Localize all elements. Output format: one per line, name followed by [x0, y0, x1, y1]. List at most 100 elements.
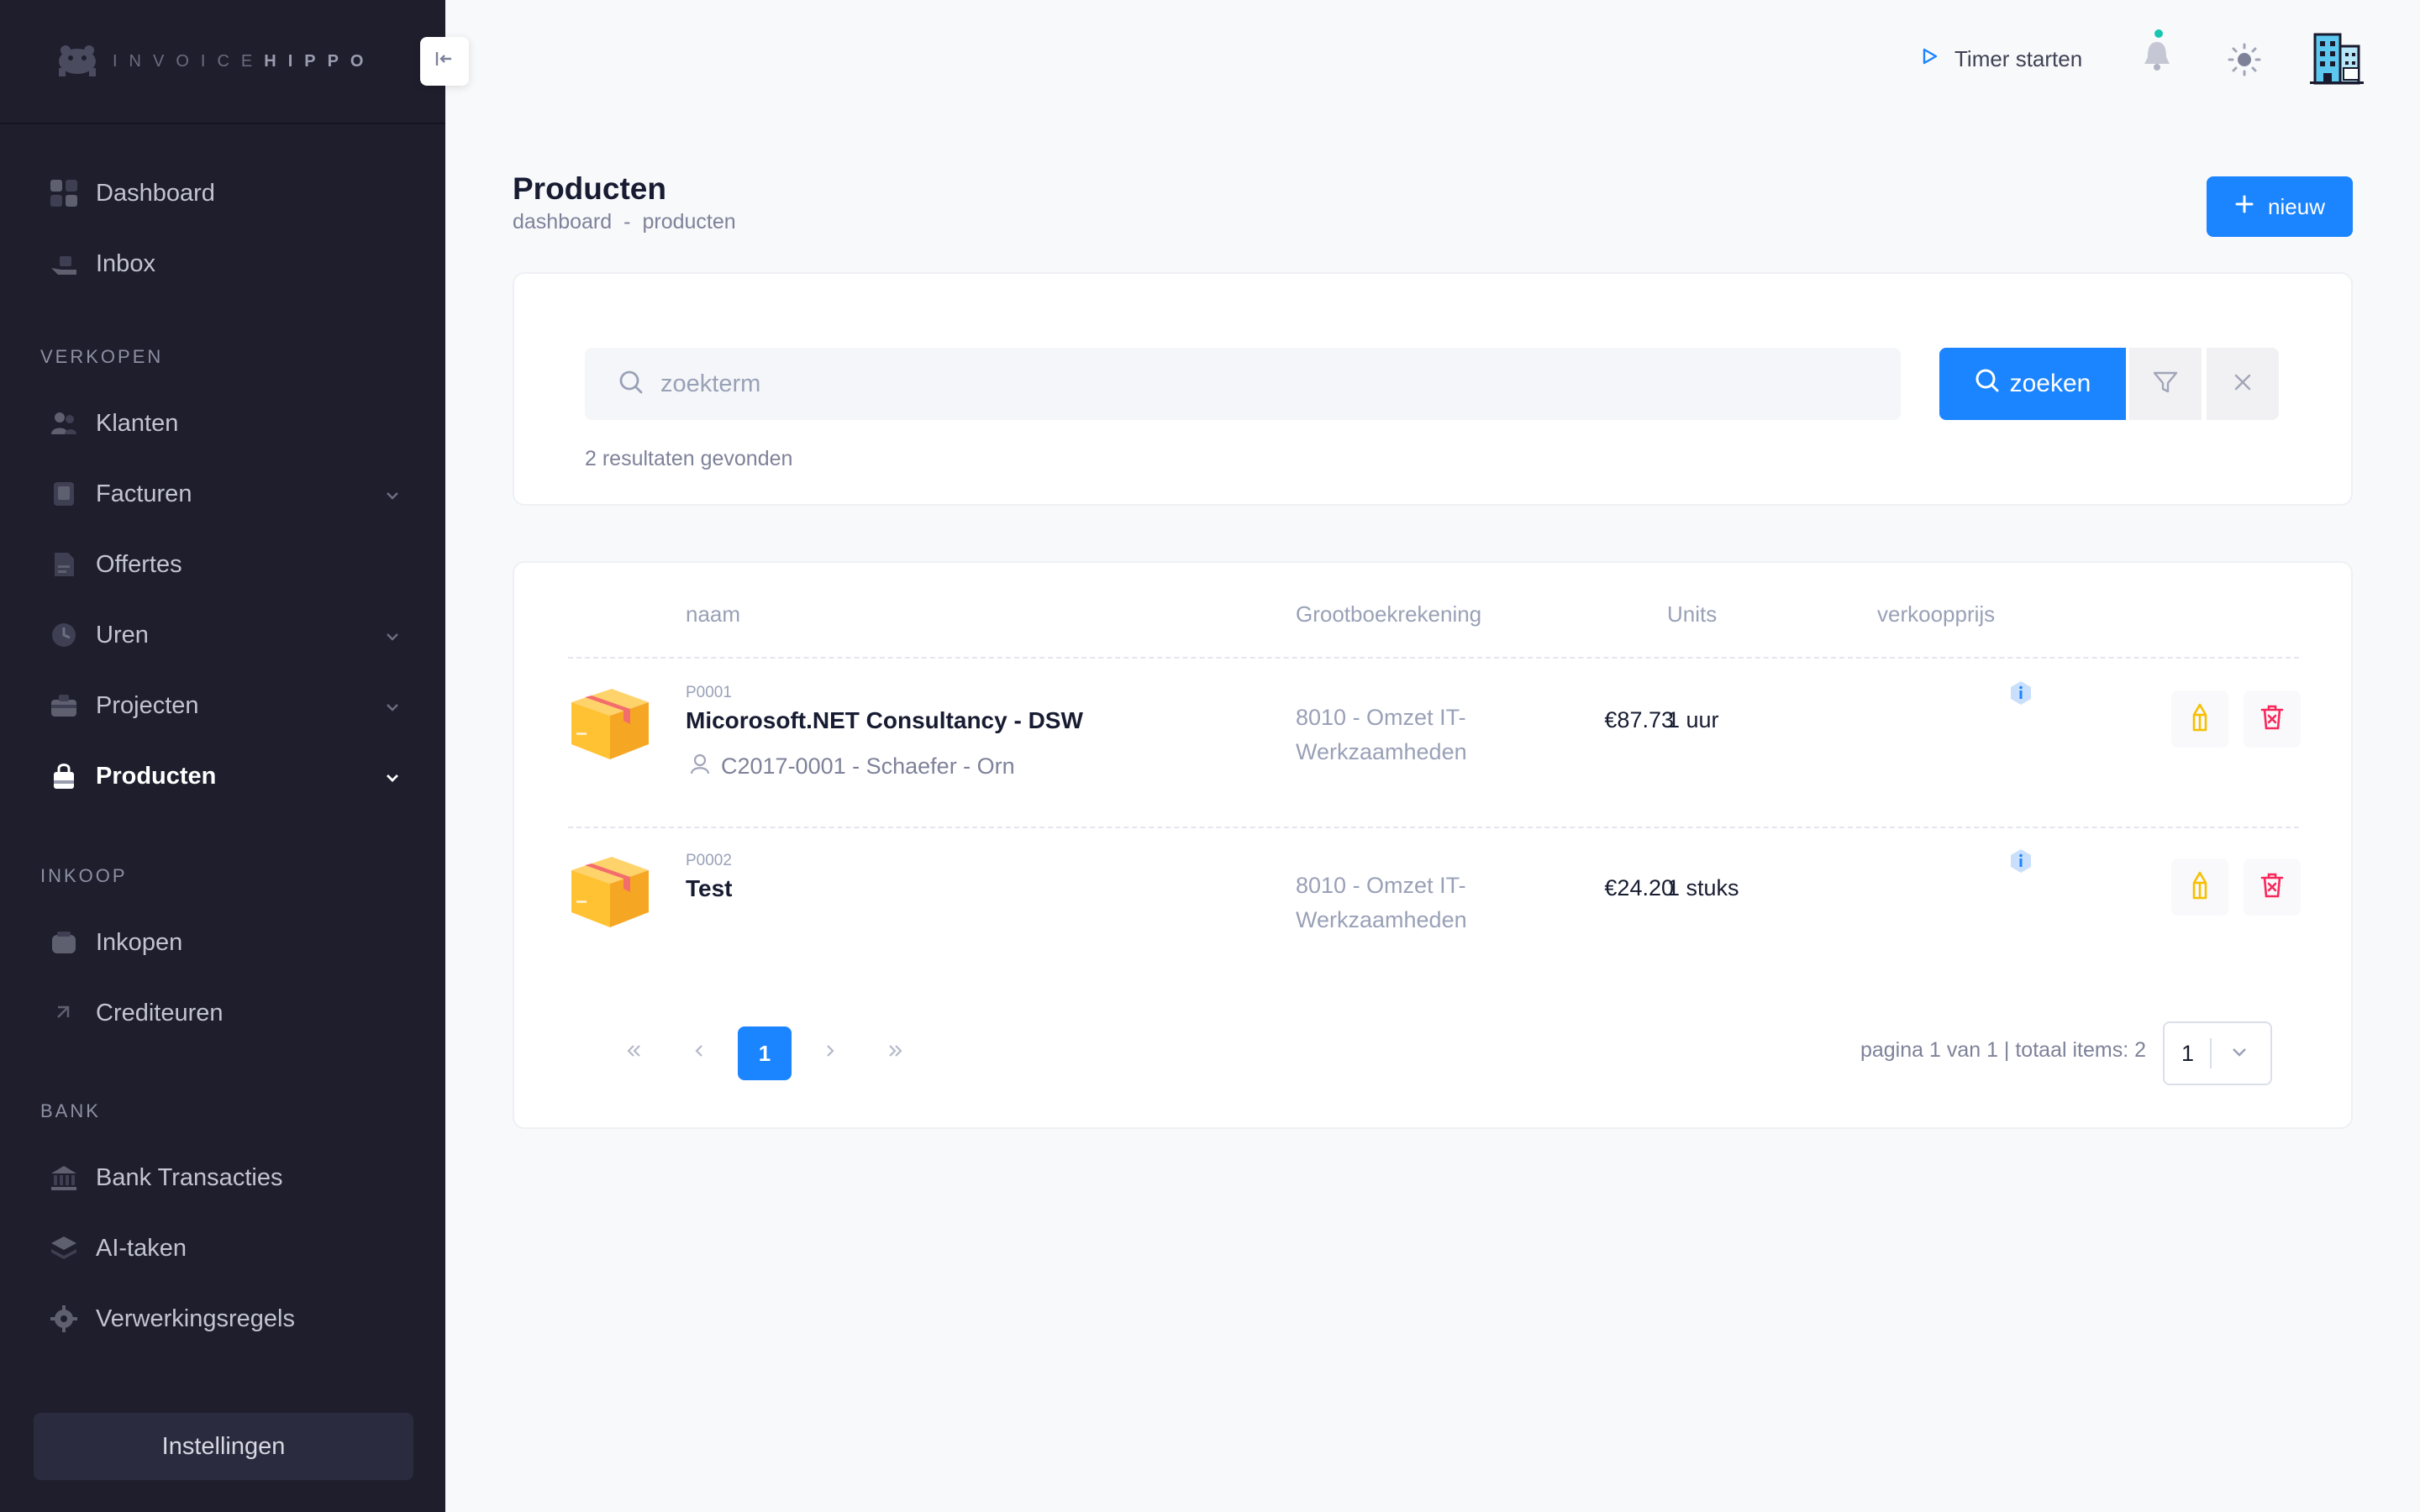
- section-label-inkoop: INKOOP: [40, 865, 128, 886]
- creditors-icon: [47, 996, 81, 1030]
- close-icon: [2232, 371, 2254, 397]
- bank-icon: [47, 1161, 81, 1194]
- pencil-icon: [2187, 871, 2212, 904]
- info-icon[interactable]: [2008, 848, 2033, 878]
- sidebar-collapse-button[interactable]: [420, 37, 469, 86]
- section-label-verkopen: VERKOPEN: [40, 346, 164, 367]
- next-page-button[interactable]: [803, 1026, 857, 1080]
- gear-icon: [47, 1302, 81, 1336]
- delete-button[interactable]: [2244, 690, 2301, 748]
- pagination-info: pagina 1 van 1 | totaal items: 2: [1860, 1038, 2146, 1062]
- search-icon: [618, 370, 644, 399]
- sidebar-item-klanten[interactable]: Klanten: [34, 396, 412, 450]
- chevron-down-icon: [383, 484, 402, 512]
- sale-price: €87.73: [1604, 707, 1674, 732]
- theme-toggle-button[interactable]: [2223, 40, 2265, 82]
- plus-icon: [2234, 194, 2254, 220]
- page-size-select[interactable]: 1: [2163, 1021, 2272, 1085]
- page-button[interactable]: 1: [738, 1026, 792, 1080]
- timer-start-button[interactable]: Timer starten: [1919, 40, 2082, 77]
- invoice-icon: [47, 477, 81, 511]
- timer-label: Timer starten: [1954, 45, 2083, 71]
- column-header-naam[interactable]: naam: [686, 601, 740, 627]
- sidebar-item-ai-taken[interactable]: AI-taken: [34, 1221, 412, 1275]
- product-code: P0002: [686, 852, 732, 869]
- chevron-down-icon: [2228, 1041, 2250, 1067]
- filter-icon: [2152, 369, 2179, 400]
- edit-button[interactable]: [2171, 858, 2228, 916]
- select-divider: [2210, 1038, 2212, 1068]
- dashboard-icon: [47, 176, 81, 210]
- settings-button[interactable]: Instellingen: [34, 1413, 413, 1480]
- collapse-left-icon: [434, 48, 455, 76]
- projects-icon: [47, 689, 81, 722]
- edit-button[interactable]: [2171, 690, 2228, 748]
- sidebar-item-label: Crediteuren: [96, 999, 224, 1026]
- package-icon: [568, 845, 652, 933]
- company-avatar[interactable]: [2306, 27, 2368, 89]
- units: 1 stuks: [1667, 875, 1739, 900]
- search-button[interactable]: zoeken: [1939, 348, 2126, 420]
- sidebar-item-label: Klanten: [96, 409, 179, 437]
- search-input[interactable]: [659, 369, 1839, 399]
- first-page-button[interactable]: [607, 1026, 660, 1080]
- chevron-double-right-icon: [886, 1041, 906, 1067]
- search-field[interactable]: [585, 348, 1901, 420]
- filter-button[interactable]: [2129, 348, 2202, 420]
- sidebar-item-label: Inkopen: [96, 928, 183, 956]
- results-count: 2 resultaten gevonden: [585, 447, 793, 470]
- sidebar-item-bank-transacties[interactable]: Bank Transacties: [34, 1151, 412, 1205]
- page-title: Producten: [513, 171, 666, 206]
- sidebar-item-verwerkingsregels[interactable]: Verwerkingsregels: [34, 1292, 412, 1346]
- column-header-verkoopprijs[interactable]: verkoopprijs: [1877, 601, 1995, 627]
- delete-button[interactable]: [2244, 858, 2301, 916]
- sidebar-item-projecten[interactable]: Projecten: [34, 679, 412, 732]
- client-label[interactable]: C2017-0001 - Schaefer - Orn: [721, 753, 1015, 780]
- column-header-grootboekrekening[interactable]: Grootboekrekening: [1296, 601, 1481, 627]
- clear-search-button[interactable]: [2207, 348, 2279, 420]
- building-icon: [2307, 26, 2367, 91]
- sidebar-item-inkopen[interactable]: Inkopen: [34, 916, 412, 969]
- info-icon[interactable]: [2008, 680, 2033, 710]
- app-logo[interactable]: INVOICEHIPPO: [54, 43, 376, 81]
- section-label-bank: BANK: [40, 1100, 101, 1121]
- table-row[interactable]: P0001 Micorosoft.NET Consultancy - DSW C…: [514, 659, 2354, 827]
- hippo-logo-icon: [54, 43, 101, 81]
- sidebar-item-uren[interactable]: Uren: [34, 608, 412, 662]
- sidebar-item-label: Uren: [96, 621, 149, 648]
- purchases-icon: [47, 926, 81, 959]
- sidebar-item-facturen[interactable]: Facturen: [34, 467, 412, 521]
- sidebar-item-producten[interactable]: Producten: [34, 749, 412, 803]
- sidebar-item-label: Offertes: [96, 550, 182, 578]
- sidebar-item-offertes[interactable]: Offertes: [34, 538, 412, 591]
- breadcrumb-item-producten: producten: [642, 210, 736, 234]
- notifications-button[interactable]: [2136, 25, 2178, 81]
- inbox-icon: [47, 247, 81, 281]
- chevron-double-left-icon: [623, 1041, 644, 1067]
- clock-icon: [47, 618, 81, 652]
- chevron-down-icon: [383, 696, 402, 723]
- breadcrumb-item-dashboard[interactable]: dashboard: [513, 210, 612, 234]
- sidebar-item-inbox[interactable]: Inbox: [34, 237, 412, 291]
- product-name[interactable]: Test: [686, 875, 733, 902]
- trash-icon: [2260, 872, 2285, 903]
- trash-icon: [2260, 704, 2285, 735]
- layers-icon: [47, 1231, 81, 1265]
- sidebar-item-dashboard[interactable]: Dashboard: [34, 166, 412, 220]
- last-page-button[interactable]: [869, 1026, 923, 1080]
- units: 1 uur: [1667, 707, 1719, 732]
- previous-page-button[interactable]: [672, 1026, 726, 1080]
- table-row[interactable]: P0002 Test 8010 - Omzet IT-Werkzaamheden…: [514, 827, 2354, 995]
- play-icon: [1919, 46, 1939, 72]
- sun-icon: [2226, 41, 2263, 82]
- new-product-button[interactable]: nieuw: [2207, 176, 2353, 237]
- sidebar-item-label: Dashboard: [96, 179, 215, 207]
- quote-icon: [47, 548, 81, 581]
- sidebar-item-label: Projecten: [96, 691, 199, 719]
- sidebar-item-crediteuren[interactable]: Crediteuren: [34, 986, 412, 1040]
- sidebar: INVOICEHIPPO Dashboard Inbox VERKOPEN Kl…: [0, 0, 445, 1512]
- chevron-right-icon: [820, 1041, 840, 1067]
- product-name[interactable]: Micorosoft.NET Consultancy - DSW: [686, 707, 1083, 734]
- column-header-units[interactable]: Units: [1667, 601, 1717, 627]
- user-icon: [689, 753, 711, 780]
